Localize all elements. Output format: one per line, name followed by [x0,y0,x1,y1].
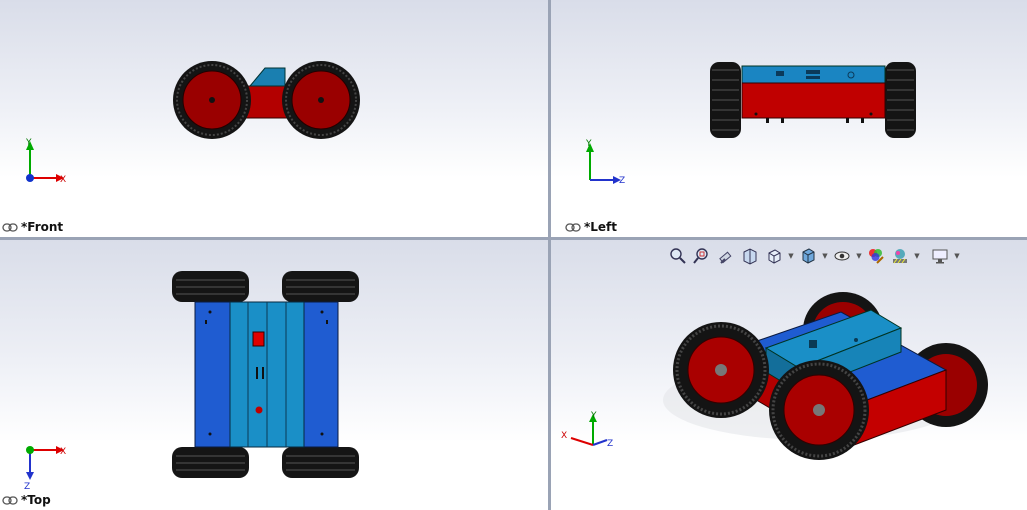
view-name: *Left [584,220,618,234]
axis-x-label: X [60,175,66,185]
axis-z-label: Z [607,439,613,449]
robot-front-view: Y X [25,61,360,185]
view-name: *Top [21,493,51,507]
front-viewport[interactable]: Y X *Front [0,0,548,237]
axis-z-label: Z [619,176,625,186]
link-icon [2,495,18,505]
axis-y-label: Y [590,411,597,421]
wheel-right [282,61,360,139]
link-icon [565,222,581,232]
view-name: *Front [21,220,64,234]
robot-top-view: X Z [24,271,359,492]
robot-isometric-view: Y X Z [561,292,988,460]
axis-triad [586,143,621,184]
link-icon [2,222,18,232]
axis-x-label: X [60,447,66,457]
viewport-label: *Front [2,220,63,234]
axis-x-label: X [561,431,567,441]
axis-y-label: Y [585,139,592,149]
robot-left-view: Y Z [585,62,916,186]
left-viewport[interactable]: Y Z *Left [551,0,1027,237]
top-viewport[interactable]: X Z *Top [0,240,548,510]
axis-y-label: Y [25,138,32,148]
axis-z-label: Z [24,482,30,492]
axis-triad [26,446,64,480]
viewport-label: *Left [565,220,617,234]
viewport-label: *Top [2,493,51,507]
axis-triad [570,414,608,446]
wheel-left [173,61,251,139]
isometric-viewport[interactable]: ▼ ▼ ▼ ▼ ▼ Y X Z [551,240,1027,510]
axis-triad [26,141,64,182]
